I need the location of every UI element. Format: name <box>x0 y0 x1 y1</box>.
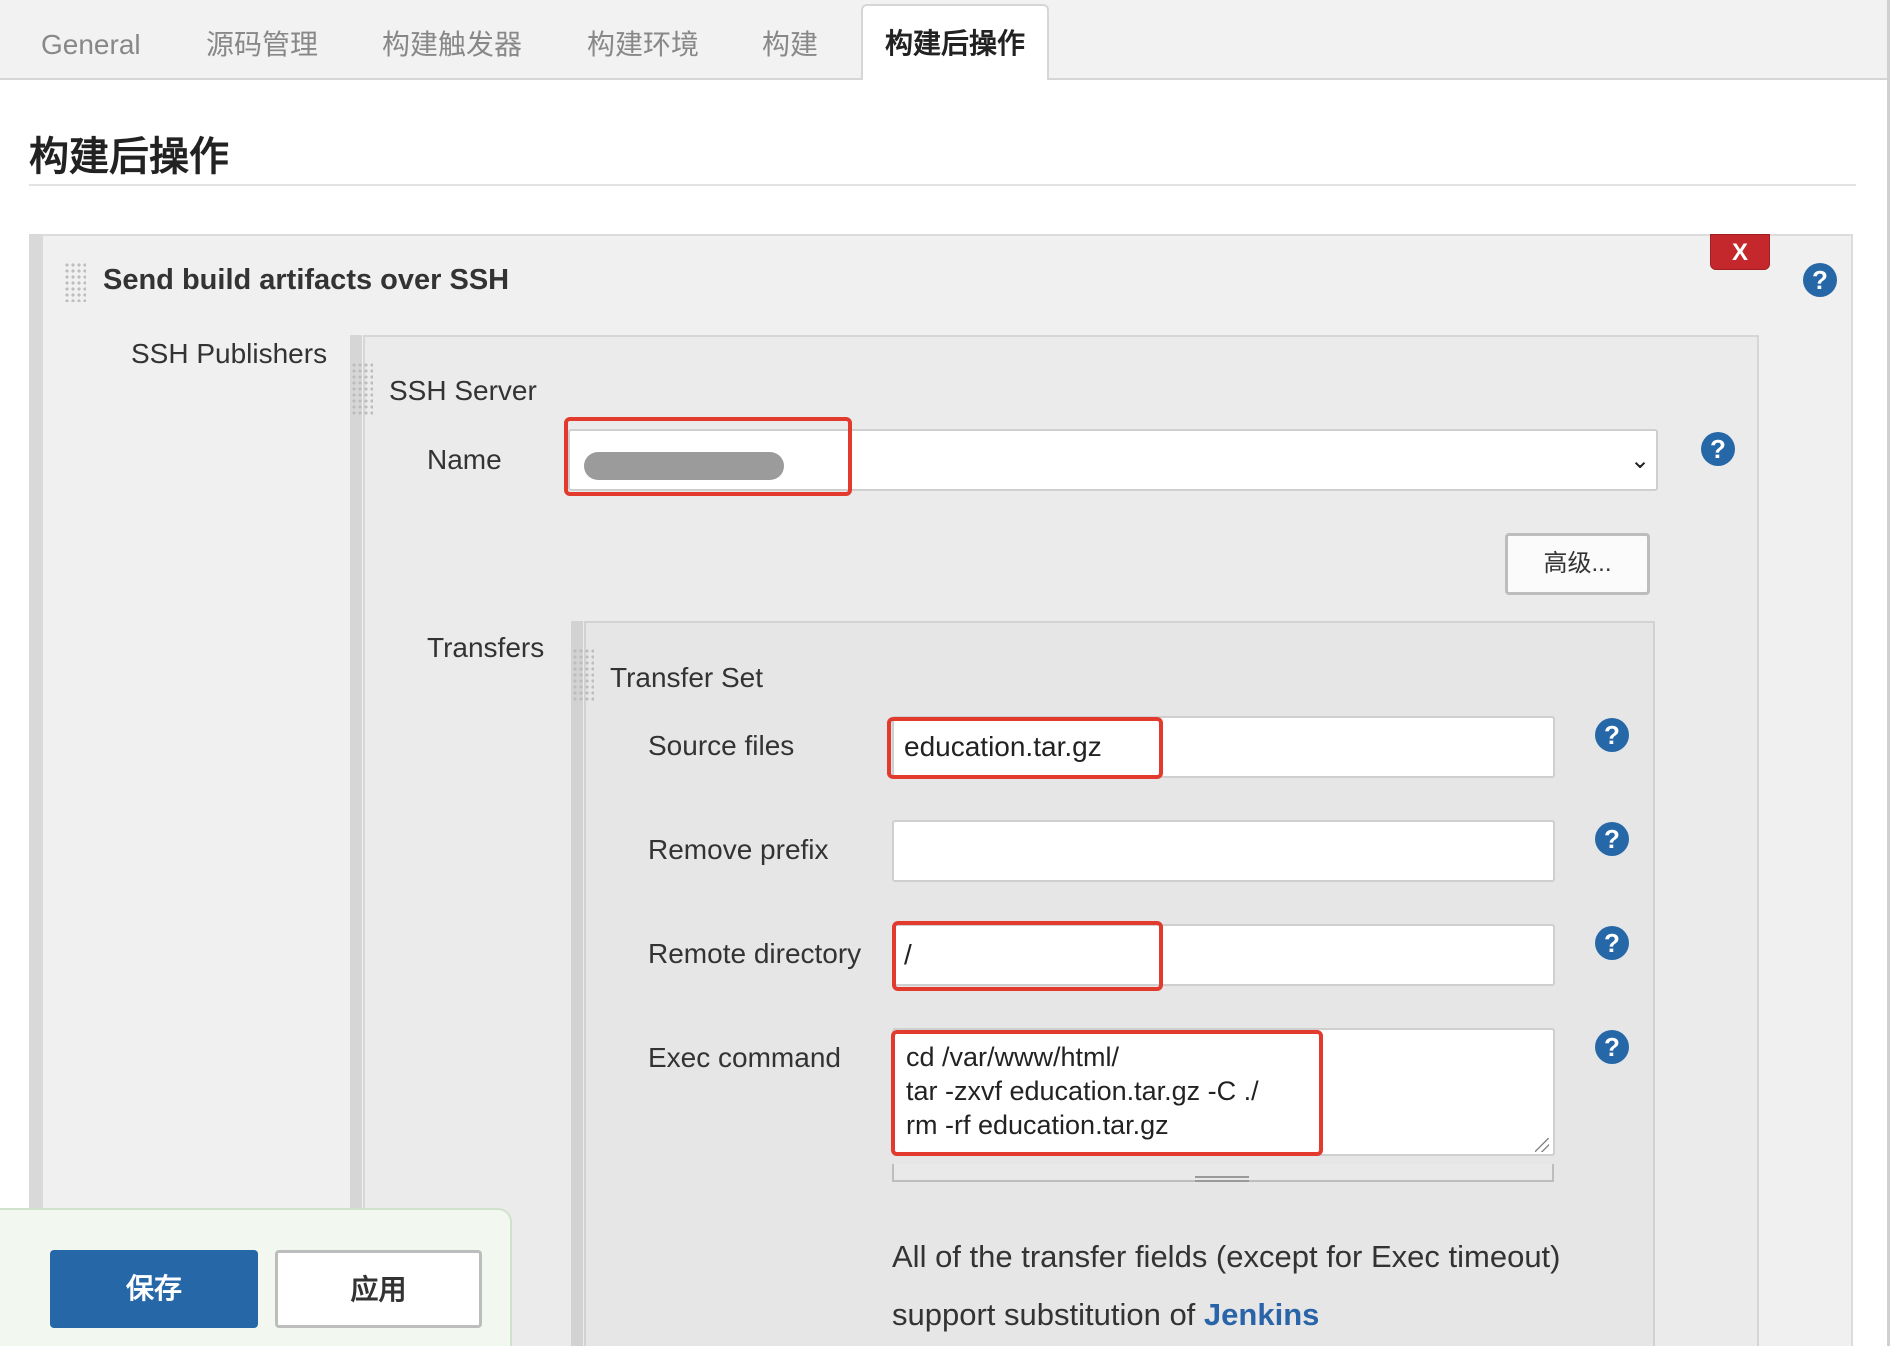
tab-source-control[interactable]: 源码管理 <box>184 10 340 80</box>
transfers-label: Transfers <box>427 632 545 663</box>
help-icon[interactable]: ? <box>1701 432 1735 466</box>
highlight-box <box>892 921 1163 991</box>
help-icon[interactable]: ? <box>1595 1030 1629 1064</box>
tab-general[interactable]: General <box>19 10 163 80</box>
step-stripe <box>29 234 43 1346</box>
tab-build-environment[interactable]: 构建环境 <box>565 10 721 80</box>
publisher-drag-handle[interactable] <box>351 362 373 416</box>
help-icon[interactable]: ? <box>1595 926 1629 960</box>
substitution-note: All of the transfer fields (except for E… <box>892 1228 1592 1344</box>
name-label: Name <box>427 444 502 475</box>
highlight-box <box>887 717 1163 779</box>
help-icon[interactable]: ? <box>1595 822 1629 856</box>
tab-build[interactable]: 构建 <box>740 10 840 80</box>
advanced-button[interactable]: 高级... <box>1505 533 1650 595</box>
section-title: 构建后操作 <box>29 135 229 179</box>
save-button[interactable]: 保存 <box>50 1250 258 1328</box>
transfer-drag-handle[interactable] <box>572 648 594 702</box>
exec-command-label: Exec command <box>648 1042 841 1073</box>
ssh-publishers-label: SSH Publishers <box>131 338 328 369</box>
transfer-set-label: Transfer Set <box>610 662 764 693</box>
step-drag-handle[interactable] <box>64 262 86 302</box>
tab-post-build-actions[interactable]: 构建后操作 <box>861 4 1050 80</box>
transfer-stripe <box>571 621 583 1346</box>
tab-build-triggers[interactable]: 构建触发器 <box>360 10 544 80</box>
delete-step-button[interactable]: X <box>1710 234 1770 270</box>
highlight-box <box>891 1030 1323 1156</box>
publisher-stripe <box>350 335 362 1346</box>
help-icon[interactable]: ? <box>1803 263 1837 297</box>
remove-prefix-input[interactable] <box>892 820 1555 882</box>
resize-handle-icon[interactable] <box>1535 1138 1549 1152</box>
remote-directory-label: Remote directory <box>648 938 862 969</box>
ssh-server-label: SSH Server <box>389 375 537 406</box>
drag-bar-icon <box>1195 1176 1249 1182</box>
jenkins-link[interactable]: Jenkins <box>1204 1297 1319 1332</box>
remove-prefix-label: Remove prefix <box>648 834 829 865</box>
step-title: Send build artifacts over SSH <box>103 264 510 296</box>
section-divider <box>29 184 1856 186</box>
chevron-down-icon: ⌄ <box>1630 447 1651 474</box>
highlight-box <box>564 417 852 496</box>
apply-button[interactable]: 应用 <box>275 1250 482 1328</box>
help-icon[interactable]: ? <box>1595 718 1629 752</box>
source-files-label: Source files <box>648 730 795 761</box>
